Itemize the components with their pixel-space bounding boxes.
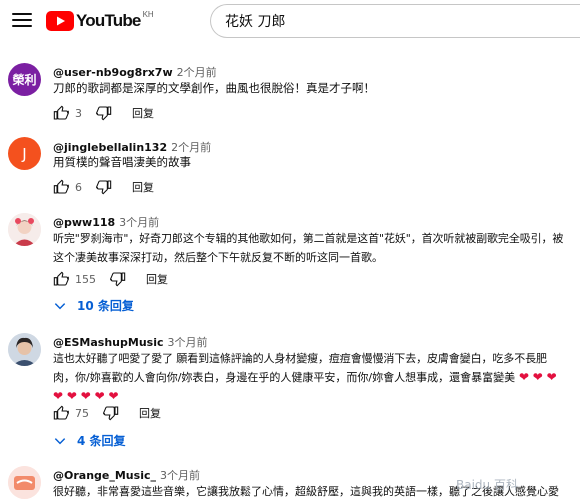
- chevron-down-icon: [54, 437, 66, 444]
- avatar[interactable]: [8, 333, 41, 366]
- comment-time[interactable]: 3个月前: [160, 469, 200, 482]
- thumbs-up-icon[interactable]: [53, 179, 69, 195]
- thumbs-down-icon[interactable]: [103, 405, 119, 421]
- logo-region-code: KH: [142, 10, 154, 19]
- reply-button[interactable]: 回复: [146, 271, 168, 287]
- like-count: 6: [75, 180, 82, 194]
- comment-text: 听完"罗刹海市"，好奇刀郎这个专辑的其他歌如何，第二首就是这首"花妖"，首次听就…: [53, 229, 573, 267]
- avatar-text: 榮利: [12, 73, 37, 87]
- replies-label: 4 条回复: [77, 434, 126, 448]
- like-count: 3: [75, 106, 82, 120]
- comment-author[interactable]: @ESMashupMusic: [53, 336, 164, 349]
- replies-label: 10 条回复: [77, 299, 134, 313]
- like-count: 75: [75, 406, 89, 420]
- menu-icon[interactable]: [12, 13, 32, 29]
- comment-time[interactable]: 3个月前: [168, 336, 208, 349]
- avatar-image: [8, 333, 41, 366]
- comment-text-line: 肉，你/妳喜歡的人會向你/妳表白，身邊在乎的人健康平安，而你/妳會人想事成，還會…: [53, 368, 573, 387]
- comment-time[interactable]: 3个月前: [119, 216, 159, 229]
- avatar-text: J: [22, 144, 27, 163]
- chevron-down-icon: [54, 302, 66, 309]
- youtube-logo[interactable]: YouTube KH: [46, 10, 154, 33]
- avatar[interactable]: [8, 213, 41, 246]
- comment-text: 這也太好聽了吧愛了愛了 願看到這條評論的人身材變瘦，痘痘會慢慢消下去，皮膚會變白…: [53, 349, 573, 406]
- avatar[interactable]: 榮利: [8, 63, 41, 96]
- thumbs-down-icon[interactable]: [96, 105, 112, 121]
- avatar[interactable]: J: [8, 137, 41, 170]
- comment-text-line: 这个凄美故事深深打动，然后整个下午就反复不断的听这同一首歌。: [53, 251, 383, 264]
- view-replies-button[interactable]: 4 条回复: [53, 432, 126, 449]
- youtube-play-icon: [46, 11, 74, 31]
- watermark: Baidu 百科: [456, 478, 518, 492]
- heart-emoji: ❤ ❤ ❤ ❤ ❤: [53, 389, 119, 403]
- search-box: [210, 4, 580, 38]
- search-input[interactable]: [211, 5, 580, 37]
- thumbs-down-icon[interactable]: [110, 271, 126, 287]
- masthead: YouTube KH: [0, 0, 580, 44]
- comment-author[interactable]: @pww118: [53, 216, 115, 229]
- comment-text-segment: 肉，你/妳喜歡的人會向你/妳表白，身邊在乎的人健康平安，而你/妳會人想事成，還會…: [53, 371, 516, 384]
- reply-button[interactable]: 回复: [132, 179, 154, 195]
- thumbs-up-icon[interactable]: [53, 405, 69, 421]
- comment-author[interactable]: @Orange_Music_: [53, 469, 156, 482]
- comment-text: 用質樸的聲音唱淒美的故事: [53, 155, 191, 169]
- avatar-image: [8, 466, 41, 499]
- logo-text: YouTube: [76, 11, 141, 30]
- comment-text-line: 這也太好聽了吧愛了愛了 願看到這條評論的人身材變瘦，痘痘會慢慢消下去，皮膚會變白…: [53, 352, 547, 365]
- thumbs-up-icon[interactable]: [53, 271, 69, 287]
- like-count: 155: [75, 272, 96, 286]
- reply-button[interactable]: 回复: [132, 105, 154, 121]
- view-replies-button[interactable]: 10 条回复: [53, 297, 134, 314]
- comment-text: 刀郎的歌詞都是深厚的文學創作，曲風也很脫俗！真是才子啊！: [53, 81, 375, 95]
- thumbs-up-icon[interactable]: [53, 105, 69, 121]
- thumbs-down-icon[interactable]: [96, 179, 112, 195]
- avatar-image: [8, 213, 41, 246]
- comment-author[interactable]: @user-nb9og8rx7w: [53, 66, 173, 79]
- comment-text-line: 听完"罗刹海市"，好奇刀郎这个专辑的其他歌如何，第二首就是这首"花妖"，首次听就…: [53, 232, 564, 245]
- comment-time[interactable]: 2个月前: [177, 66, 217, 79]
- heart-emoji: ❤ ❤ ❤: [515, 370, 557, 384]
- reply-button[interactable]: 回复: [139, 405, 161, 421]
- avatar[interactable]: [8, 466, 41, 499]
